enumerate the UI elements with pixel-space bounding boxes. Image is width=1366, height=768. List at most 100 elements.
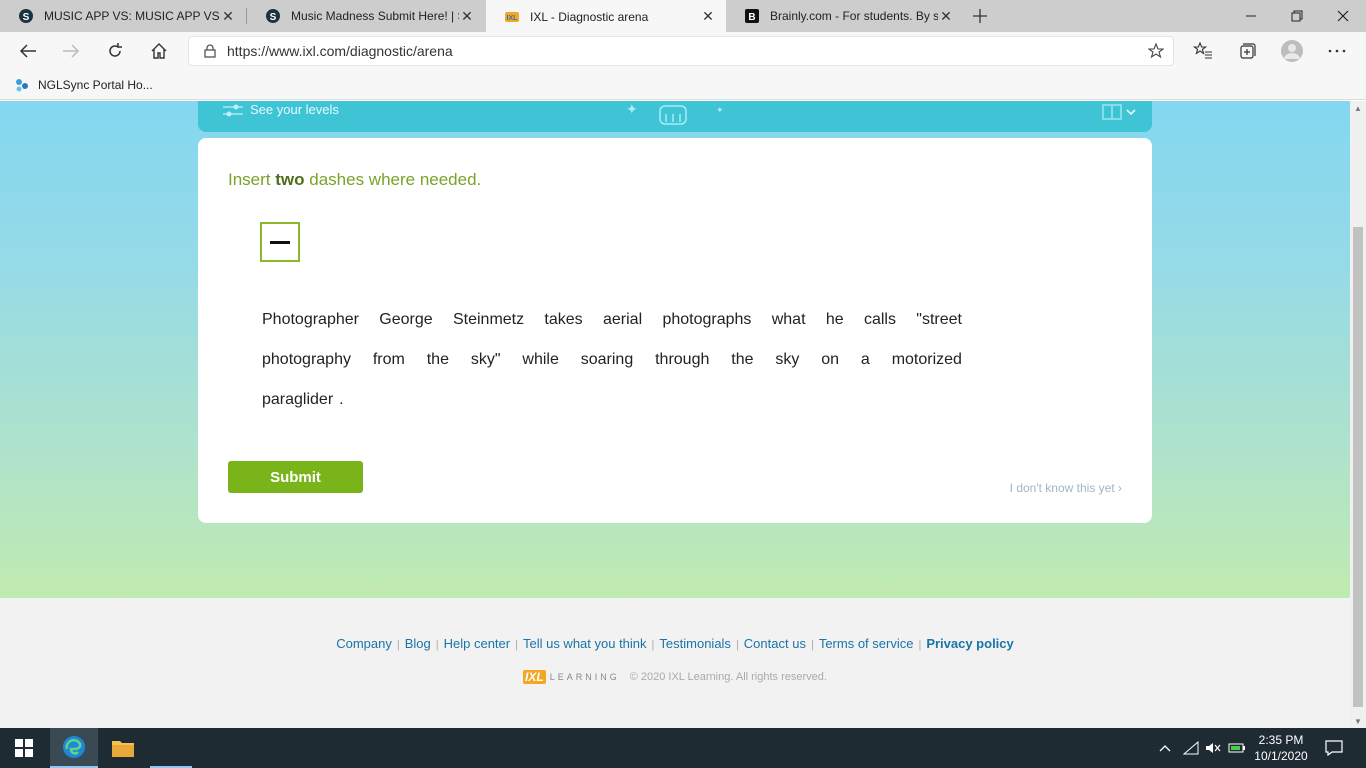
footer-link-terms-of-service[interactable]: Terms of service — [819, 636, 914, 651]
edge-taskbar-button[interactable] — [50, 728, 98, 768]
windows-taskbar: 2:35 PM 10/1/2020 — [0, 728, 1366, 768]
word-token[interactable]: sky" — [471, 351, 501, 369]
word-token[interactable]: aerial — [603, 311, 642, 329]
back-button[interactable] — [13, 37, 43, 65]
battery-icon[interactable] — [1226, 728, 1248, 768]
home-button[interactable] — [144, 37, 174, 65]
s-circle-icon: S — [18, 8, 34, 24]
dash-tile[interactable] — [260, 222, 300, 262]
address-bar[interactable]: https://www.ixl.com/diagnostic/arena — [188, 36, 1174, 66]
word-token[interactable]: the — [427, 351, 449, 369]
close-icon[interactable]: ✕ — [700, 8, 716, 25]
favorites-button[interactable] — [1188, 37, 1218, 65]
volume-muted-icon[interactable] — [1202, 728, 1224, 768]
scroll-up-icon[interactable]: ▲ — [1350, 101, 1366, 115]
page-scrollbar[interactable]: ▲ ▼ — [1350, 101, 1366, 728]
word-token[interactable]: a — [861, 351, 870, 369]
word-token[interactable]: on — [821, 351, 839, 369]
footer-link-testimonials[interactable]: Testimonials — [659, 636, 731, 651]
restore-button[interactable] — [1274, 0, 1320, 32]
word-token[interactable]: calls — [864, 311, 896, 329]
bookmark-nglsync[interactable]: NGLSync Portal Ho... — [38, 78, 153, 92]
close-window-button[interactable] — [1320, 0, 1366, 32]
word-token[interactable]: the — [731, 351, 753, 369]
tab-brainly[interactable]: B Brainly.com - For students. By stu ✕ — [726, 0, 964, 32]
word-token[interactable]: Steinmetz — [453, 311, 524, 329]
word-token[interactable]: photographs — [662, 311, 751, 329]
forward-button[interactable] — [56, 37, 86, 65]
word-token[interactable]: George — [379, 311, 432, 329]
see-levels-label[interactable]: See your levels — [250, 102, 339, 117]
word-token[interactable]: . — [339, 391, 343, 409]
see-levels-bar[interactable]: See your levels ✦ ✦ — [198, 101, 1152, 132]
word-token[interactable]: through — [655, 351, 709, 369]
avatar-icon — [1281, 40, 1303, 62]
tab-ixl-diagnostic[interactable]: IXL IXL - Diagnostic arena ✕ — [486, 0, 726, 33]
robot-icon — [658, 101, 688, 129]
footer-link-blog[interactable]: Blog — [405, 636, 431, 651]
more-menu-button[interactable] — [1322, 37, 1352, 65]
word-token[interactable]: from — [373, 351, 405, 369]
close-icon[interactable]: ✕ — [459, 8, 475, 24]
word-token[interactable]: takes — [544, 311, 582, 329]
wifi-icon[interactable] — [1180, 728, 1202, 768]
word-token[interactable]: soaring — [581, 351, 633, 369]
word-token[interactable]: sky — [775, 351, 799, 369]
footer-separator: | — [735, 639, 739, 651]
notifications-icon[interactable] — [1320, 728, 1348, 768]
favorite-star-icon[interactable] — [1139, 43, 1173, 59]
footer-link-privacy-policy[interactable]: Privacy policy — [926, 636, 1013, 651]
word-token[interactable]: he — [826, 311, 844, 329]
profile-button[interactable] — [1277, 37, 1307, 65]
prompt-emphasis: two — [275, 170, 305, 189]
file-explorer-button[interactable] — [99, 728, 147, 768]
sentence-block: Photographer George Steinmetz takes aerial ph… — [262, 300, 962, 420]
word-token[interactable]: photography — [262, 351, 351, 369]
word-token[interactable]: Photographer — [262, 311, 359, 329]
more-dots-icon — [1328, 49, 1346, 53]
close-icon[interactable]: ✕ — [938, 8, 954, 24]
footer-separator: | — [396, 639, 400, 651]
footer-link-contact-us[interactable]: Contact us — [744, 636, 806, 651]
footer-link-help-center[interactable]: Help center — [444, 636, 510, 651]
nglsync-icon — [14, 77, 30, 93]
footer-link-tell-us-what-you-think[interactable]: Tell us what you think — [523, 636, 647, 651]
close-icon[interactable]: ✕ — [220, 8, 236, 24]
svg-text:B: B — [748, 12, 755, 23]
sentence-line: Photographer George Steinmetz takes aerial ph… — [262, 300, 962, 340]
word-token[interactable]: while — [522, 351, 558, 369]
footer-link-company[interactable]: Company — [336, 636, 392, 651]
plus-icon — [973, 9, 987, 23]
word-token[interactable]: motorized — [892, 351, 962, 369]
dash-symbol — [270, 240, 290, 244]
ixl-learning-logo[interactable]: IXL LEARNING — [523, 670, 620, 684]
tab-title: Brainly.com - For students. By stu — [770, 9, 938, 23]
sparkle-icon: ✦ — [716, 105, 724, 115]
word-token[interactable]: paraglider — [262, 391, 333, 409]
new-tab-button[interactable] — [968, 4, 992, 28]
submit-button[interactable]: Submit — [228, 461, 363, 493]
collections-button[interactable] — [1232, 37, 1262, 65]
url-text[interactable]: https://www.ixl.com/diagnostic/arena — [227, 43, 1139, 59]
footer: Company | Blog | Help center | Tell us what yo… — [0, 598, 1350, 728]
question-card: Insert two dashes where needed. Photogra… — [198, 138, 1152, 523]
word-token[interactable]: "street — [916, 311, 962, 329]
start-button[interactable] — [0, 728, 48, 768]
tab-music-app-vs[interactable]: S MUSIC APP VS: MUSIC APP VS-3 ✕ — [0, 0, 246, 32]
tray-chevron-icon[interactable] — [1154, 728, 1176, 768]
refresh-icon — [109, 43, 122, 57]
tab-title: IXL - Diagnostic arena — [530, 9, 649, 24]
scrollbar-thumb[interactable] — [1353, 227, 1363, 707]
refresh-button[interactable] — [100, 37, 130, 65]
book-dropdown-icon[interactable] — [1102, 103, 1138, 126]
footer-copyright: IXL LEARNING © 2020 IXL Learning. All ri… — [0, 670, 1350, 684]
scroll-down-icon[interactable]: ▼ — [1350, 714, 1366, 728]
word-token[interactable]: what — [772, 311, 806, 329]
restore-icon — [1291, 10, 1303, 22]
dont-know-link[interactable]: I don't know this yet › — [1010, 481, 1122, 495]
system-clock[interactable]: 2:35 PM 10/1/2020 — [1250, 732, 1312, 764]
minimize-button[interactable] — [1228, 0, 1274, 32]
tab-music-madness[interactable]: S Music Madness Submit Here! | S ✕ — [247, 0, 485, 32]
home-icon — [151, 43, 167, 59]
forward-arrow-icon — [63, 44, 80, 58]
